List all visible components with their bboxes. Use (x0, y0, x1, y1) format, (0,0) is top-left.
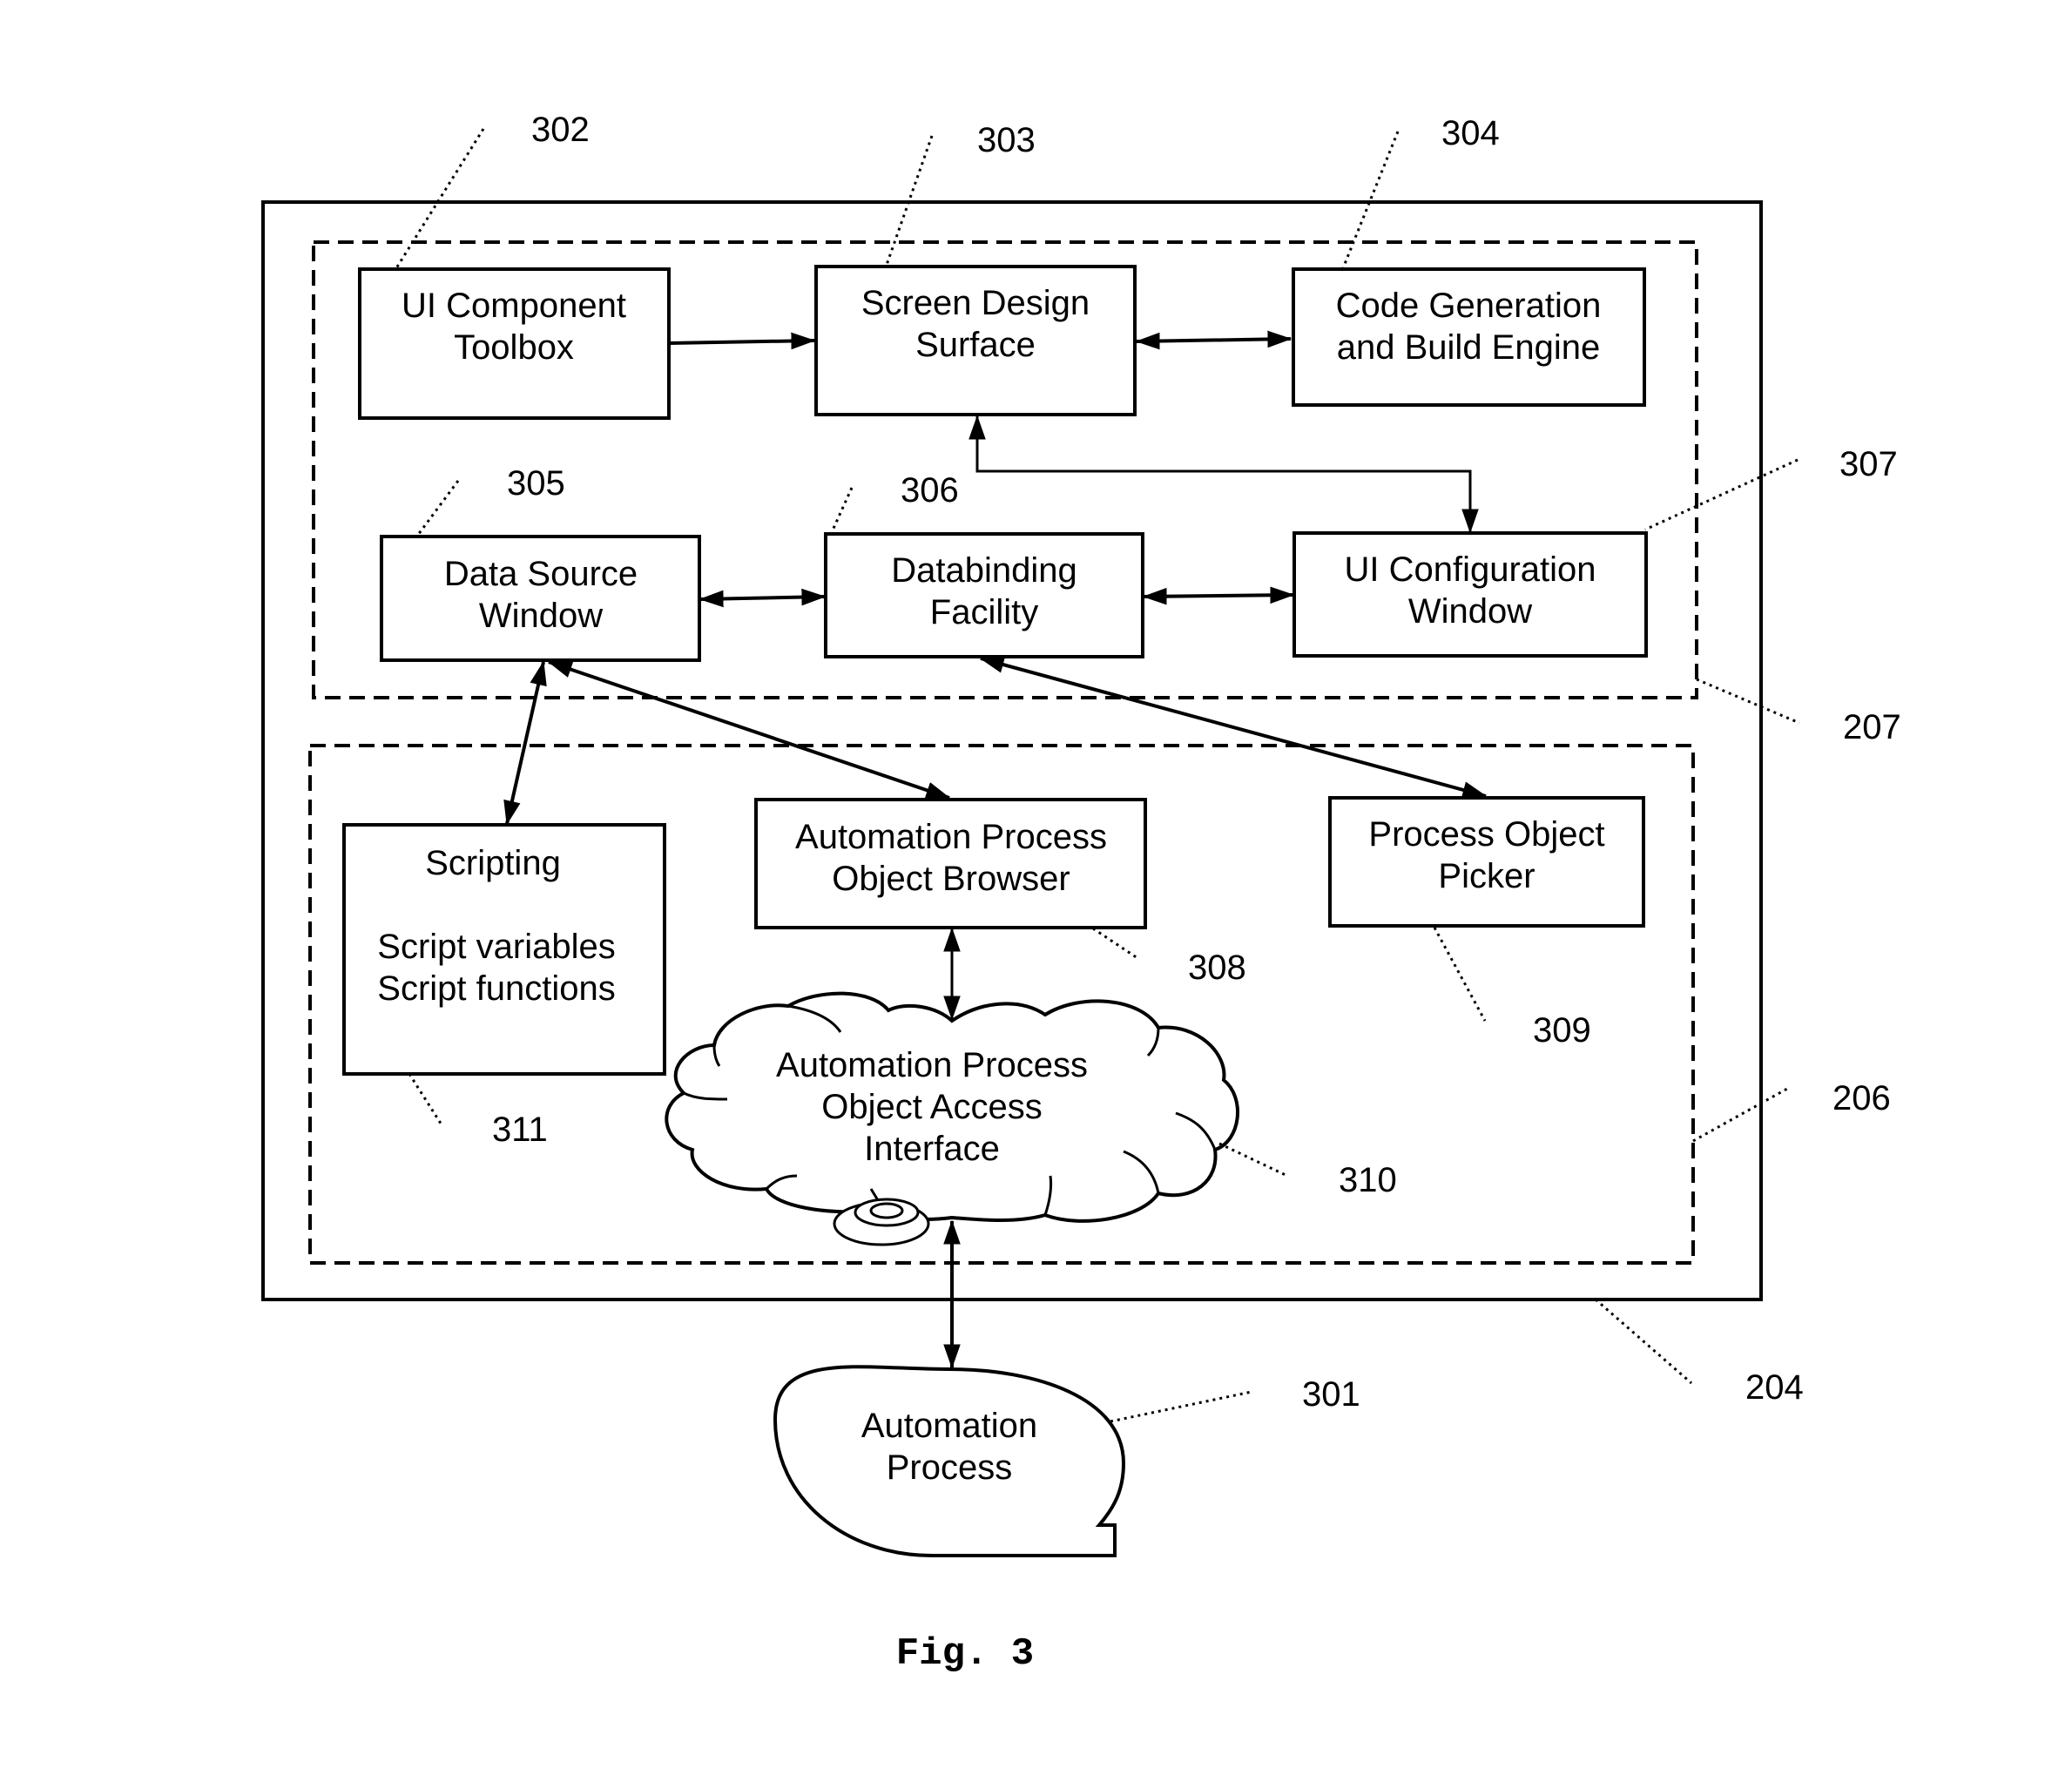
databinding-facility-line-2: Facility (930, 593, 1038, 631)
ref-207: 207 (1843, 708, 1901, 746)
access-interface-line-1: Automation Process (776, 1046, 1088, 1084)
scripting: Scripting Script variables Script functi… (342, 823, 666, 1076)
leader-309 (1433, 927, 1487, 1022)
connector-databinding-picker (979, 656, 1488, 799)
screen-design-surface-line-2: Surface (915, 326, 1036, 364)
automation-process-object-browser: Automation Process Object Browser (754, 798, 1147, 929)
automation-process-line-1: Automation (861, 1407, 1037, 1445)
scripting-title: Scripting (425, 844, 561, 882)
code-generation-build-engine: Code Generation and Build Engine (1292, 267, 1646, 407)
ref-304: 304 (1441, 114, 1500, 152)
object-browser-line-2: Object Browser (832, 860, 1070, 898)
screen-design-surface-line-1: Screen Design (861, 284, 1090, 322)
connector-databinding-ui-config (1142, 586, 1295, 605)
scripting-line-functions: Script functions (377, 969, 615, 1008)
ref-204: 204 (1745, 1368, 1804, 1407)
leader-307 (1644, 458, 1799, 531)
connector-design-surface-ui-config (969, 415, 1479, 534)
ref-307: 307 (1839, 445, 1898, 483)
automation-process-line-2: Process (887, 1448, 1013, 1487)
connector-data-source-object-browser (547, 660, 951, 800)
ref-310: 310 (1339, 1161, 1397, 1199)
scripting-line-variables: Script variables (377, 928, 615, 966)
ref-306: 306 (901, 471, 959, 510)
connector-data-source-scripting (503, 660, 547, 826)
connector-toolbox-to-design-surface (668, 332, 816, 350)
automation-process: Automation Process (773, 1365, 1126, 1557)
code-generation-line-2: and Build Engine (1337, 328, 1600, 367)
data-source-window: Data Source Window (380, 535, 701, 662)
ref-311: 311 (492, 1111, 548, 1149)
object-access-interface-cloud: Automation Process Object Access Interfa… (665, 991, 1239, 1223)
leader-308 (1092, 927, 1138, 960)
ref-302: 302 (531, 111, 590, 149)
ui-configuration-window-line-1: UI Configuration (1344, 550, 1596, 589)
ref-301: 301 (1302, 1375, 1360, 1414)
connector-data-source-databinding (699, 588, 827, 608)
process-object-picker-line-1: Process Object (1368, 815, 1604, 854)
object-browser-line-1: Automation Process (795, 818, 1107, 856)
leader-207 (1696, 678, 1800, 725)
screen-design-surface: Screen Design Surface (814, 265, 1137, 416)
ref-305: 305 (507, 464, 565, 503)
ui-component-toolbox-line-1: UI Component (402, 287, 626, 325)
leader-310 (1218, 1142, 1288, 1178)
databinding-facility-line-1: Databinding (891, 551, 1077, 590)
figure-caption: Fig. 3 (896, 1632, 1034, 1676)
ui-configuration-window-line-2: Window (1408, 592, 1532, 631)
ref-308: 308 (1188, 949, 1246, 987)
data-source-window-line-1: Data Source (444, 555, 638, 593)
connector-design-surface-code-gen (1135, 330, 1292, 350)
leader-311 (408, 1073, 444, 1127)
ui-configuration-window: UI Configuration Window (1292, 531, 1648, 658)
process-object-picker-line-2: Picker (1438, 857, 1535, 895)
ref-309: 309 (1533, 1011, 1591, 1050)
ui-component-toolbox: UI Component Toolbox (358, 267, 671, 420)
process-object-picker: Process Object Picker (1328, 796, 1645, 928)
ref-303: 303 (977, 121, 1036, 159)
leader-204 (1595, 1298, 1692, 1385)
leader-301 (1110, 1390, 1252, 1423)
ui-component-toolbox-line-2: Toolbox (454, 328, 574, 367)
code-generation-line-1: Code Generation (1336, 287, 1602, 325)
databinding-facility: Databinding Facility (824, 532, 1144, 658)
leader-304 (1341, 131, 1400, 269)
leader-306 (830, 487, 854, 533)
patent-figure-3: UI Component Toolbox Screen Design Surfa… (261, 111, 1901, 1676)
access-interface-line-2: Object Access (821, 1088, 1042, 1126)
leader-206 (1692, 1087, 1788, 1143)
leader-302 (395, 128, 485, 269)
leader-305 (416, 480, 460, 536)
ref-206: 206 (1832, 1079, 1891, 1117)
data-source-window-line-2: Window (479, 597, 603, 635)
access-interface-line-3: Interface (864, 1130, 1000, 1168)
